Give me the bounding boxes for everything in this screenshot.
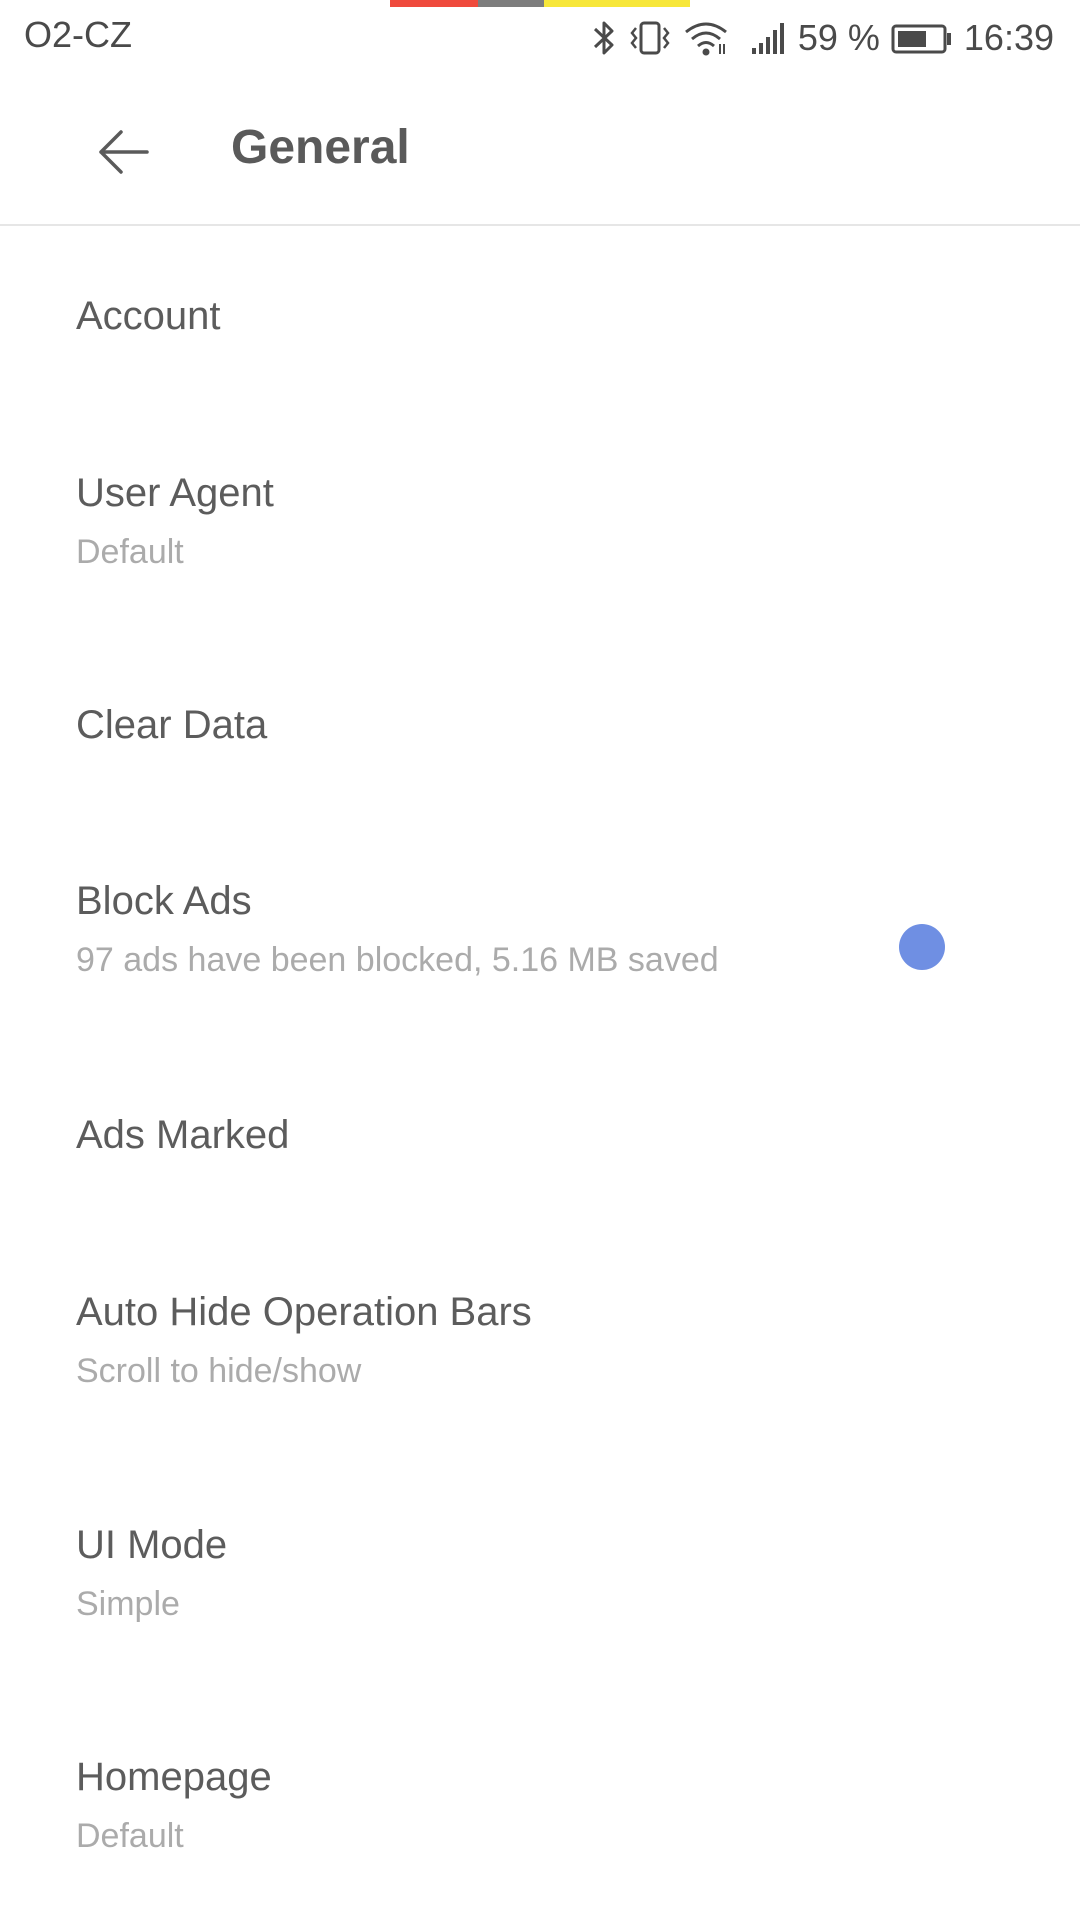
battery-icon [890, 18, 954, 58]
app-bar: General [0, 75, 1080, 226]
setting-auto-hide-operation-bars[interactable]: Auto Hide Operation Bars Scroll to hide/… [0, 1220, 1080, 1453]
setting-title: Ads Marked [76, 1113, 290, 1157]
page-title: General [231, 121, 410, 174]
setting-ads-marked[interactable]: Ads Marked [0, 1043, 1080, 1220]
back-button[interactable] [88, 117, 158, 187]
status-icons: 59 % 16:39 [590, 14, 1054, 62]
setting-subtitle: Default [76, 1817, 184, 1855]
setting-subtitle: Simple [76, 1585, 180, 1623]
bluetooth-icon [590, 18, 618, 58]
setting-subtitle: 97 ads have been blocked, 5.16 MB saved [76, 941, 719, 979]
setting-account[interactable]: Account [0, 226, 1080, 401]
setting-ui-mode[interactable]: UI Mode Simple [0, 1453, 1080, 1685]
clock: 16:39 [963, 17, 1054, 58]
status-bar: O2-CZ 59 % 16:39 [0, 0, 1080, 75]
setting-title: Account [76, 294, 221, 338]
setting-clear-data[interactable]: Clear Data [0, 633, 1080, 810]
setting-subtitle: Default [76, 533, 184, 571]
vibrate-icon [628, 18, 672, 58]
arrow-left-icon [99, 130, 149, 174]
setting-homepage[interactable]: Homepage Default [0, 1685, 1080, 1920]
setting-title: Block Ads [76, 879, 252, 923]
setting-block-ads[interactable]: Block Ads 97 ads have been blocked, 5.16… [0, 810, 1080, 1043]
battery-percent: 59 % [797, 17, 880, 58]
setting-user-agent[interactable]: User Agent Default [0, 401, 1080, 633]
setting-title: Clear Data [76, 703, 268, 747]
setting-title: Homepage [76, 1755, 272, 1799]
setting-title: User Agent [76, 471, 274, 515]
carrier-name: O2-CZ [24, 14, 132, 55]
setting-title: UI Mode [76, 1523, 228, 1567]
setting-subtitle: Scroll to hide/show [76, 1352, 362, 1390]
signal-icon [750, 18, 788, 58]
wifi-icon [682, 18, 730, 58]
setting-title: Auto Hide Operation Bars [76, 1290, 532, 1334]
block-ads-toggle[interactable] [899, 924, 945, 970]
